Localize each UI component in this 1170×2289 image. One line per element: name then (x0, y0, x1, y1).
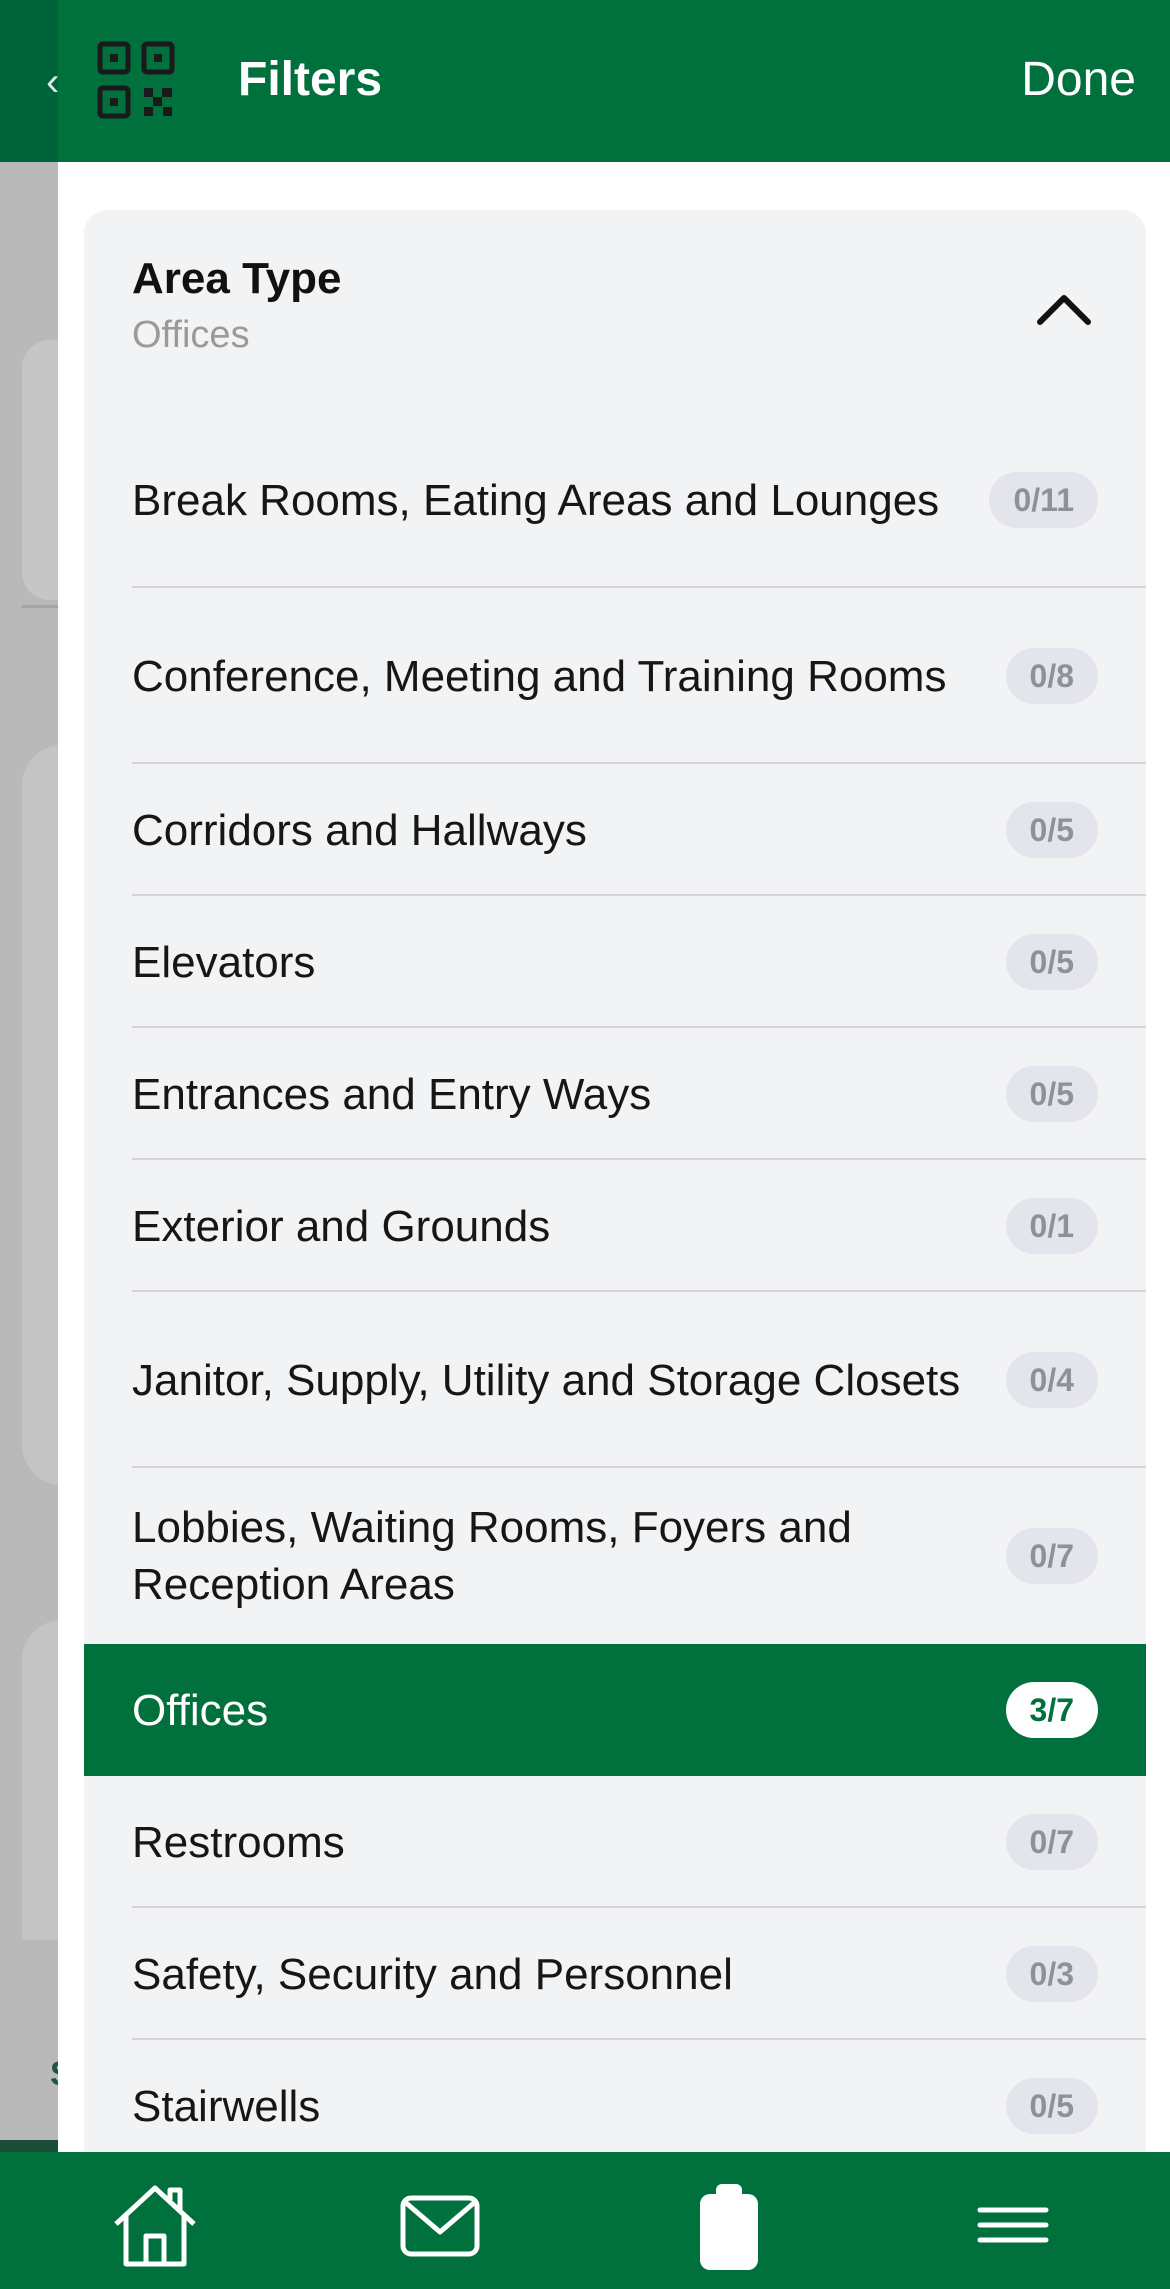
area-row[interactable]: Break Rooms, Eating Areas and Lounges 0/1… (84, 412, 1146, 588)
area-count-badge: 0/7 (1005, 1528, 1098, 1584)
area-row[interactable]: Conference, Meeting and Training Rooms 0/… (84, 588, 1146, 764)
area-count-badge: 0/5 (1005, 934, 1098, 990)
area-label: Restrooms (132, 1817, 345, 1867)
bottom-nav (0, 2152, 1170, 2289)
area-type-list: Break Rooms, Eating Areas and Lounges 0/1… (84, 412, 1146, 2172)
area-row[interactable]: Corridors and Hallways 0/5 (84, 764, 1146, 896)
area-count-badge: 0/5 (1005, 1066, 1098, 1122)
area-label: Janitor, Supply, Utility and Storage Clo… (132, 1355, 961, 1405)
area-row[interactable]: Offices 3/7 (84, 1644, 1146, 1776)
clipboard-icon[interactable] (684, 2180, 774, 2270)
done-button[interactable]: Done (1021, 52, 1136, 107)
background-strip (0, 2140, 60, 2152)
area-row[interactable]: Elevators 0/5 (84, 896, 1146, 1028)
area-label: Offices (132, 1685, 269, 1735)
area-row[interactable]: Lobbies, Waiting Rooms, Foyers and Recep… (84, 1468, 1146, 1644)
area-label: Conference, Meeting and Training Rooms (132, 651, 947, 701)
area-label: Lobbies, Waiting Rooms, Foyers and Recep… (132, 1503, 852, 1609)
area-label: Exterior and Grounds (132, 1201, 551, 1251)
chevron-up-icon[interactable] (1034, 290, 1094, 330)
filters-drawer: Filters Done Area Type Offices Break Roo… (58, 0, 1170, 2289)
area-count-badge: 0/5 (1005, 2078, 1098, 2134)
area-count-badge: 0/7 (1005, 1814, 1098, 1870)
area-label: Safety, Security and Personnel (132, 1949, 733, 1999)
area-label: Corridors and Hallways (132, 805, 587, 855)
area-label: Elevators (132, 937, 316, 987)
section-title: Area Type (132, 254, 342, 303)
page-title: Filters (238, 53, 383, 106)
area-label: Break Rooms, Eating Areas and Lounges (132, 475, 940, 525)
qr-code-icon[interactable] (96, 40, 176, 120)
area-label: Stairwells (132, 2081, 321, 2131)
area-count-badge: 0/5 (1005, 802, 1098, 858)
mail-icon[interactable] (395, 2180, 485, 2270)
area-count-badge: 0/3 (1005, 1946, 1098, 2002)
area-row[interactable]: Entrances and Entry Ways 0/5 (84, 1028, 1146, 1160)
home-icon[interactable] (110, 2180, 200, 2270)
menu-icon[interactable] (968, 2180, 1058, 2270)
area-label: Entrances and Entry Ways (132, 1069, 652, 1119)
area-count-badge: 0/8 (1005, 648, 1098, 704)
area-row[interactable]: Restrooms 0/7 (84, 1776, 1146, 1908)
area-type-header[interactable]: Area Type Offices (84, 210, 1146, 400)
area-count-badge: 3/7 (1005, 1682, 1098, 1738)
area-type-panel: Area Type Offices Break Rooms, Eating Ar… (84, 210, 1146, 2210)
area-count-badge: 0/4 (1005, 1352, 1098, 1408)
area-row[interactable]: Janitor, Supply, Utility and Storage Clo… (84, 1292, 1146, 1468)
area-count-badge: 0/1 (1005, 1198, 1098, 1254)
area-count-badge: 0/11 (989, 472, 1098, 528)
selected-area-type: Offices (132, 314, 250, 356)
drawer-header: Filters Done (58, 0, 1170, 162)
area-row[interactable]: Safety, Security and Personnel 0/3 (84, 1908, 1146, 2040)
area-row[interactable]: Exterior and Grounds 0/1 (84, 1160, 1146, 1292)
